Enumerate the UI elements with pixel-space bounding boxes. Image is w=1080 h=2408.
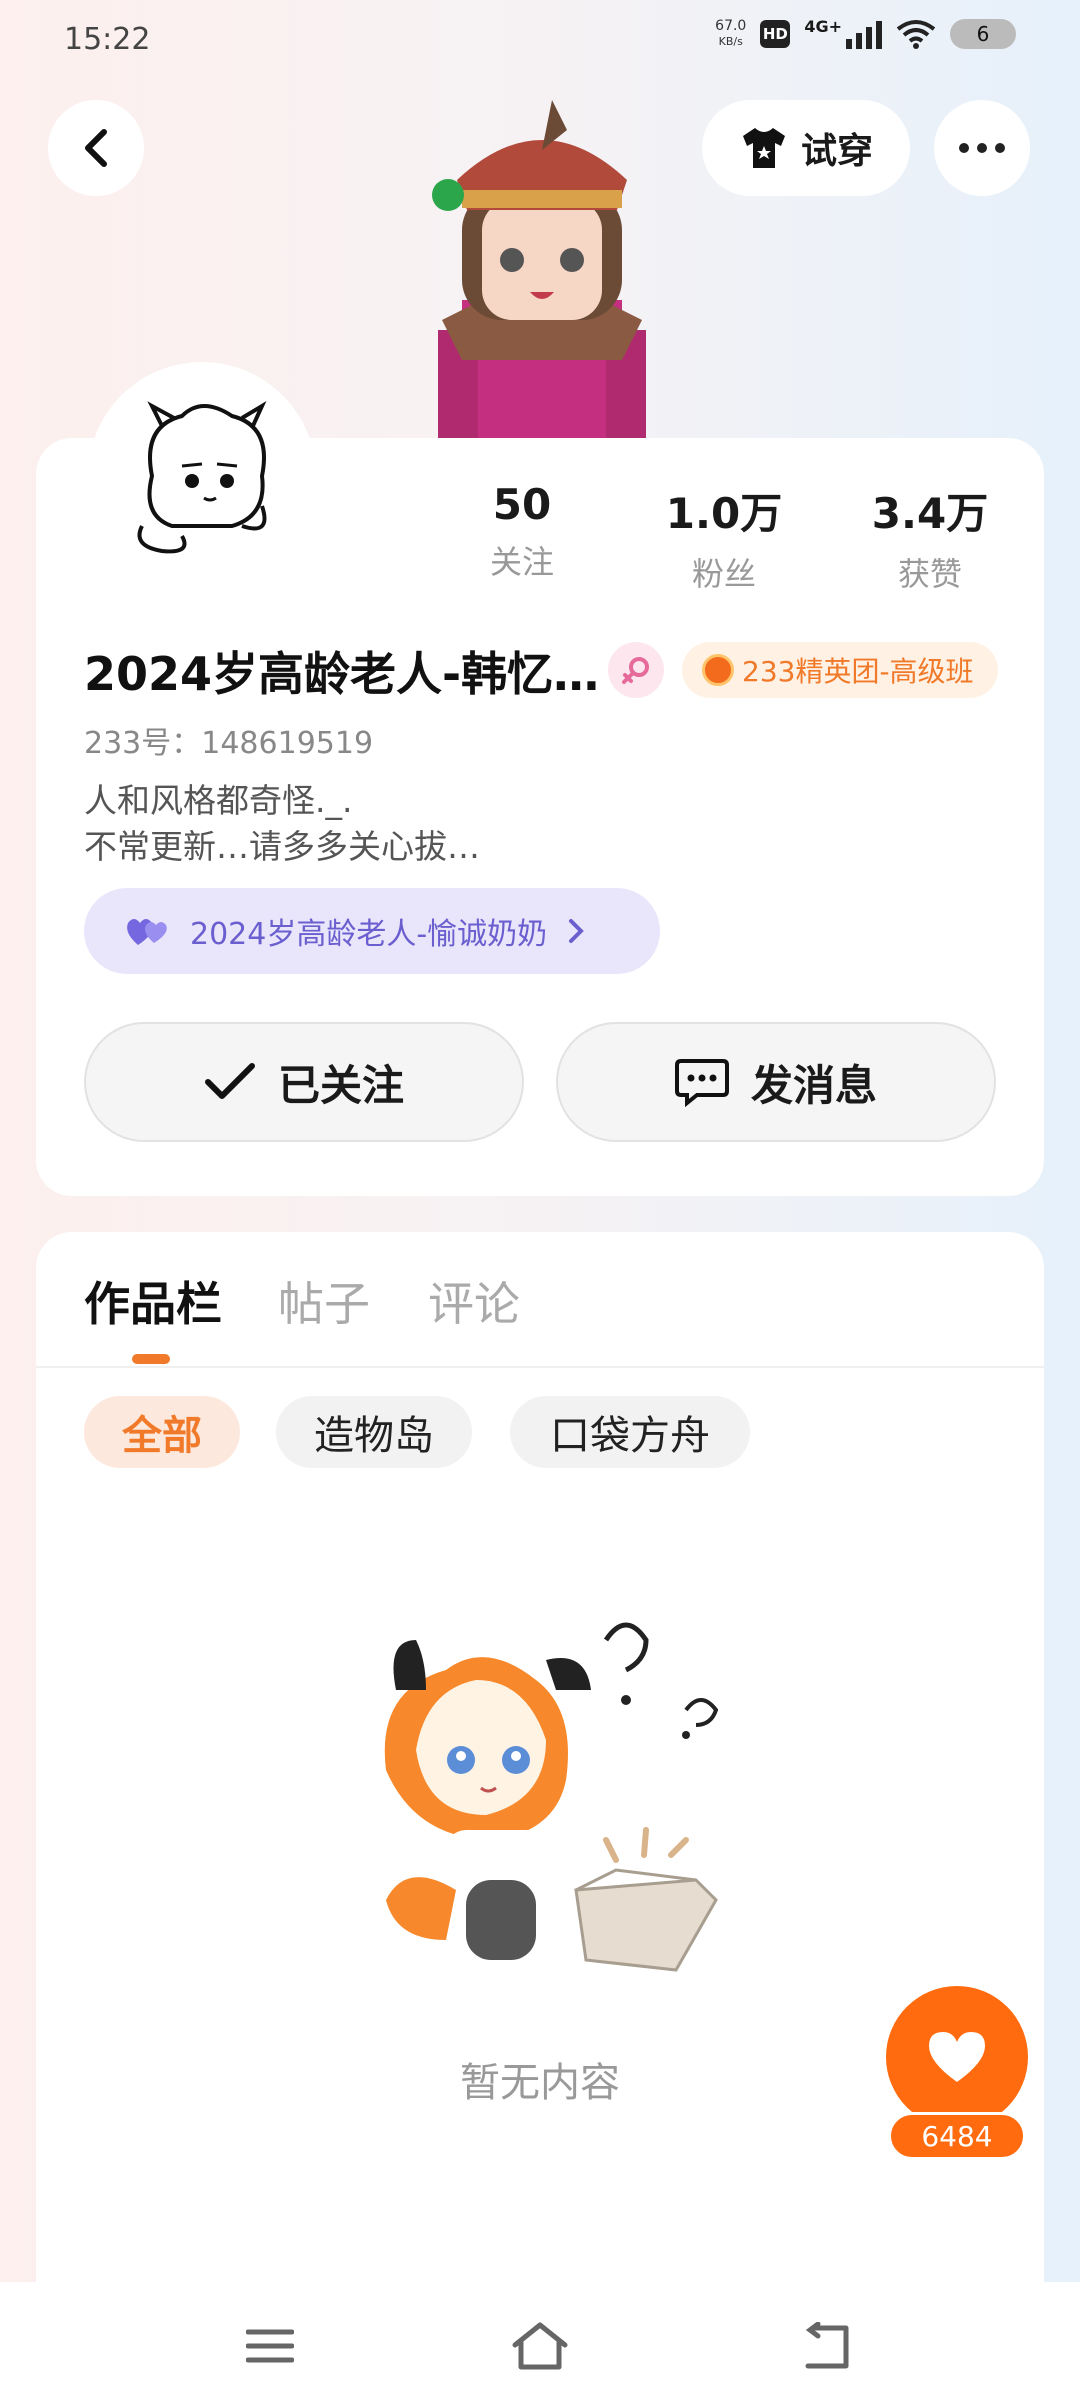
followed-label: 已关注	[277, 1060, 404, 1110]
bio: 人和风格都奇怪._. 不常更新…请多多关心拔…	[84, 781, 480, 866]
heart-icon	[929, 2032, 985, 2082]
nav-back-button[interactable]	[794, 2314, 858, 2378]
chevron-left-icon	[85, 129, 107, 167]
followed-button[interactable]: 已关注	[84, 1022, 524, 1142]
elite-badge-label: 233精英团-高级班	[742, 655, 974, 688]
more-dots-icon	[959, 143, 969, 153]
medal-icon	[702, 654, 734, 686]
user-avatar[interactable]	[88, 362, 316, 590]
status-icons: 67.0 KB/s HD 4G+ 6	[715, 16, 1016, 50]
filter-creation-island[interactable]: 造物岛	[276, 1396, 472, 1468]
tab-indicator	[132, 1354, 170, 1364]
stat-fans[interactable]: 1.0万 粉丝	[644, 480, 804, 595]
chat-bubble-icon	[674, 1059, 729, 1107]
hd-icon: HD	[760, 20, 791, 48]
signal-icon	[846, 19, 882, 49]
tab-works[interactable]: 作品栏	[84, 1268, 222, 1334]
try-on-button[interactable]: 试穿	[702, 100, 910, 196]
tab-divider	[36, 1366, 1044, 1368]
stat-following[interactable]: 50 关注	[442, 480, 602, 583]
send-message-button[interactable]: 发消息	[556, 1022, 996, 1142]
sketch-avatar-icon	[137, 400, 267, 554]
account-id: 233号：148619519	[84, 726, 374, 761]
tab-comments[interactable]: 评论	[428, 1268, 520, 1334]
menu-icon	[246, 2329, 294, 2363]
username: 2024岁高龄老人-韩忆…	[84, 647, 600, 701]
wifi-icon	[896, 20, 936, 49]
partner-link[interactable]: 2024岁高龄老人-愉诚奶奶	[84, 888, 660, 974]
network-type: 4G+	[804, 16, 842, 36]
filter-all[interactable]: 全部	[84, 1396, 240, 1468]
status-time: 15:22	[64, 22, 151, 57]
double-heart-icon	[127, 919, 167, 945]
home-icon	[512, 2322, 568, 2370]
shirt-icon	[742, 128, 785, 168]
filter-pocket-ark[interactable]: 口袋方舟	[510, 1396, 750, 1468]
chevron-right-icon	[569, 919, 585, 943]
female-gender-icon	[608, 642, 664, 698]
partner-label: 2024岁高龄老人-愉诚奶奶	[190, 917, 548, 952]
stat-likes[interactable]: 3.4万 获赞	[850, 480, 1010, 595]
like-fab[interactable]	[886, 1986, 1028, 2128]
empty-state-illustration	[384, 1622, 719, 1972]
battery-icon: 6	[950, 19, 1016, 49]
nav-home-button[interactable]	[508, 2314, 572, 2378]
like-count: 6484	[888, 2112, 1026, 2160]
nav-menu-button[interactable]	[238, 2314, 302, 2378]
net-speed: 67.0 KB/s	[715, 18, 747, 48]
try-on-label: 试穿	[800, 131, 873, 172]
send-message-label: 发消息	[750, 1060, 877, 1110]
elite-badge[interactable]: 233精英团-高级班	[682, 642, 998, 698]
return-icon	[805, 2322, 849, 2369]
character-avatar-3d	[432, 100, 646, 440]
tab-posts[interactable]: 帖子	[278, 1268, 370, 1334]
checkmark-icon	[204, 1063, 255, 1099]
back-button[interactable]	[48, 100, 144, 196]
more-options-button[interactable]	[934, 100, 1030, 196]
